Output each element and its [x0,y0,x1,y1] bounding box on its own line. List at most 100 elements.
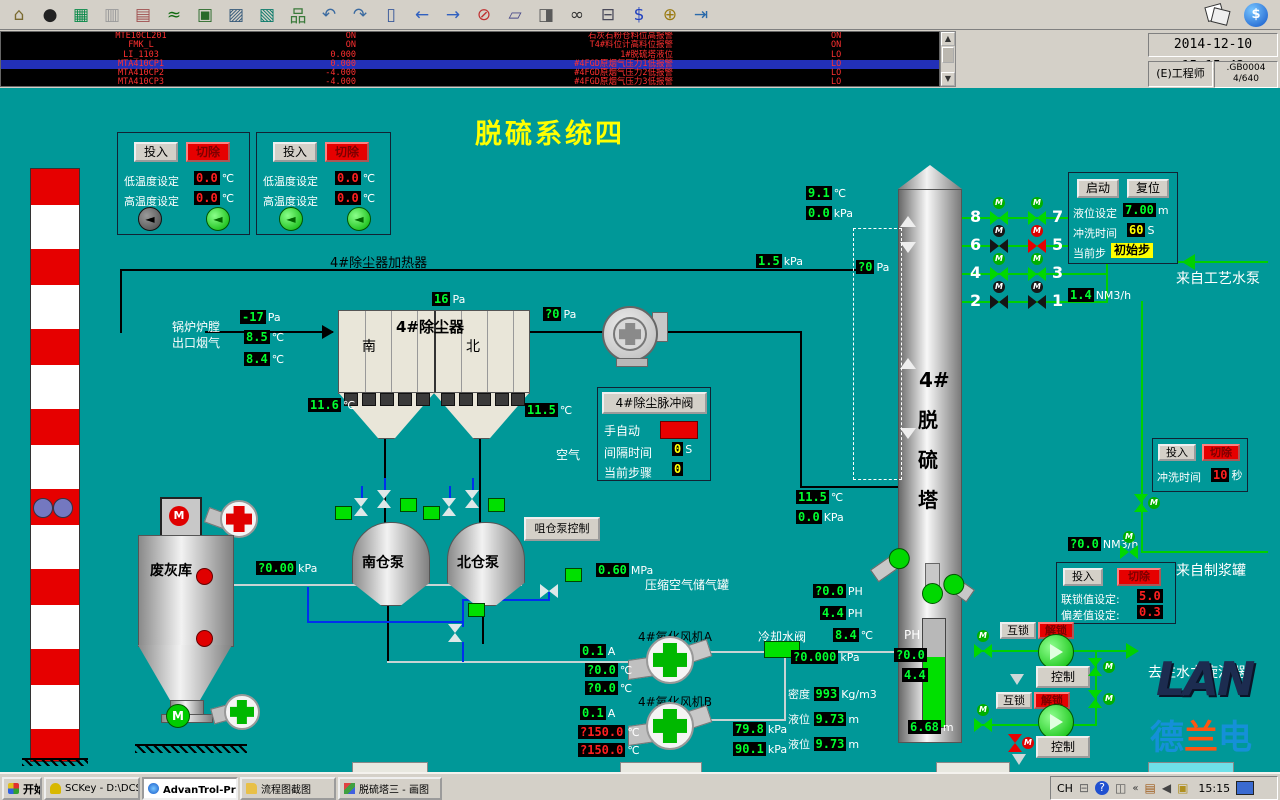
silo-pump-valve-icon[interactable] [465,490,479,508]
flush-off-button[interactable]: 切除 [1202,444,1240,461]
manual-auto-indicator[interactable] [660,421,698,439]
air-tank-valve-icon[interactable] [540,584,558,598]
start-button[interactable]: 开始 [2,777,42,800]
print-icon[interactable]: ⊟ [597,5,619,25]
flush-valve-4-icon[interactable] [990,267,1008,281]
batch-icon[interactable]: ▣ [194,5,216,25]
circulation-pump2-icon[interactable] [1038,704,1074,740]
pump2-control-button[interactable]: 控制 [1036,736,1090,758]
ash-silo-top-fan-icon[interactable] [220,500,258,538]
network-tray-icon[interactable] [1236,781,1254,795]
alarm-scrollbar[interactable]: ▲ ▼ [940,31,956,87]
high-temp-set-display[interactable]: 0.0℃ [335,191,375,205]
notepad-tray-icon[interactable]: ▤ [1144,781,1155,795]
scroll-down-icon[interactable]: ▼ [941,72,955,86]
drain-valve-icon[interactable] [1008,734,1022,752]
alarm-bomb-icon[interactable]: ● [39,5,61,25]
level-set-display[interactable]: 7.00m [1123,203,1169,217]
heater2-off-button[interactable]: 切除 [325,142,369,162]
interlock2-lock-button[interactable]: 互锁 [996,692,1032,709]
taskbar-item-sckey[interactable]: SCKey - D:\DCSDATA\... [44,777,140,800]
undo-icon[interactable]: ↶ [318,5,340,25]
taskbar-item-screenshot-folder[interactable]: 流程图截图 [240,777,336,800]
low-temp-set-display[interactable]: 0.0℃ [335,171,375,185]
login-key-icon[interactable]: ⊕ [659,5,681,25]
floppy-stack-icon[interactable] [1204,2,1230,26]
alarm-list[interactable]: MTE10CL201ON石灰石粉仓料位高报警ON FMK_LONT4#料位计高料… [0,31,940,87]
group-display-icon[interactable]: ▦ [70,5,92,25]
interlock-value-display[interactable]: 5.0 [1137,589,1163,603]
back-icon[interactable]: ← [411,5,433,25]
overview-icon[interactable]: ▧ [256,5,278,25]
flush-on-button[interactable]: 投入 [1158,444,1196,461]
oxidation-fan-b-icon[interactable] [628,702,708,756]
collapse-tray-icon[interactable]: « [1132,783,1138,794]
flush-valve-8-icon[interactable] [990,211,1008,225]
pump1-inlet-valve-icon[interactable] [974,644,992,658]
ash-silo-motor[interactable]: M [160,497,202,539]
heater2-valve-icon[interactable]: ◄ [279,207,303,231]
heater2-on-button[interactable]: 投入 [273,142,317,162]
silo-pump-control-button[interactable]: 咀仓泵控制 [524,517,600,541]
pump1-control-button[interactable]: 控制 [1036,666,1090,688]
scroll-up-icon[interactable]: ▲ [941,32,955,46]
edit-icon[interactable]: ▱ [504,5,526,25]
slurry-feed-valve-icon[interactable] [1134,494,1148,512]
heater1-valve-off-icon[interactable]: ◄ [138,207,162,231]
home-icon[interactable]: ⌂ [8,5,30,25]
branch-valve-icon[interactable] [1088,658,1102,676]
flush-valve-1-icon[interactable] [1028,295,1046,309]
heater2-valve-icon[interactable]: ◄ [347,207,371,231]
flush-valve-7-icon[interactable] [1028,211,1046,225]
ash-silo-bottom-fan-icon[interactable] [224,694,260,730]
heater1-off-button[interactable]: 切除 [186,142,230,162]
flush-valve-5-icon[interactable] [1028,239,1046,253]
deviation-value-display[interactable]: 0.3 [1137,605,1163,619]
booster-fan-icon[interactable] [600,304,670,364]
trend-icon[interactable]: ≈ [163,5,185,25]
interlock1-lock-button[interactable]: 互锁 [1000,622,1036,639]
heater1-on-button[interactable]: 投入 [134,142,178,162]
interlock-on-button[interactable]: 投入 [1063,568,1103,586]
flush-time-value-display[interactable]: 10秒 [1211,467,1242,483]
silo-pump-valve-icon[interactable] [377,490,391,508]
system-blue-icon[interactable]: $ [1244,3,1268,27]
heater1-valve-on-icon[interactable]: ◄ [206,207,230,231]
ash-silo-bottom-motor[interactable]: M [166,704,190,728]
flush-valve-3-icon[interactable] [1028,267,1046,281]
find-icon[interactable]: ∞ [566,5,588,25]
help-tray-icon[interactable]: ? [1095,781,1109,795]
pulse-valve-button[interactable]: 4#除尘脉冲阀 [602,392,707,414]
scroll-thumb[interactable] [942,47,954,63]
forward-icon[interactable]: → [442,5,464,25]
logbook-icon[interactable]: ▯ [380,5,402,25]
oxidation-fan-a-icon[interactable] [628,636,708,690]
security-tray-icon[interactable]: ▣ [1177,781,1188,795]
exit-icon[interactable]: ⇥ [690,5,712,25]
sitemap-icon[interactable]: 品 [287,2,309,27]
silo-pump-valve-icon[interactable] [442,498,456,516]
pump2-inlet-valve-icon[interactable] [974,718,992,732]
branch-valve-icon[interactable] [1088,690,1102,708]
slurry-line-valve-icon[interactable] [1120,545,1138,559]
circulation-pump1-icon[interactable] [1038,634,1074,670]
flush-valve-6-icon[interactable] [990,239,1008,253]
air-line-valve-icon[interactable] [448,624,462,642]
config-icon[interactable]: ◨ [535,5,557,25]
start-button[interactable]: 启动 [1077,179,1119,198]
money-icon[interactable]: $ [628,5,650,25]
flush-time-display[interactable]: 60S [1127,223,1154,237]
alarm-row[interactable]: MTA410CP3-4.000#4FGD原烟气压力3低报警LO [1,78,939,87]
taskbar-item-paint[interactable]: 脱硫塔三 - 画图 [338,777,442,800]
display-settings-icon[interactable]: ◫ [1115,781,1126,795]
volume-tray-icon[interactable]: ◀ [1162,781,1171,795]
redo-icon[interactable]: ↷ [349,5,371,25]
bar-display-icon[interactable]: ▥ [101,5,123,25]
mute-alarm-icon[interactable]: ⊘ [473,5,495,25]
reset-button[interactable]: 复位 [1127,179,1169,198]
language-indicator[interactable]: CH [1057,782,1073,795]
high-temp-set-display[interactable]: 0.0℃ [194,191,234,205]
printer-tray-icon[interactable]: ⊟ [1079,781,1089,795]
taskbar-item-advantrol[interactable]: AdvanTrol-Pro实... [142,777,238,800]
data-table-icon[interactable]: ▨ [225,5,247,25]
